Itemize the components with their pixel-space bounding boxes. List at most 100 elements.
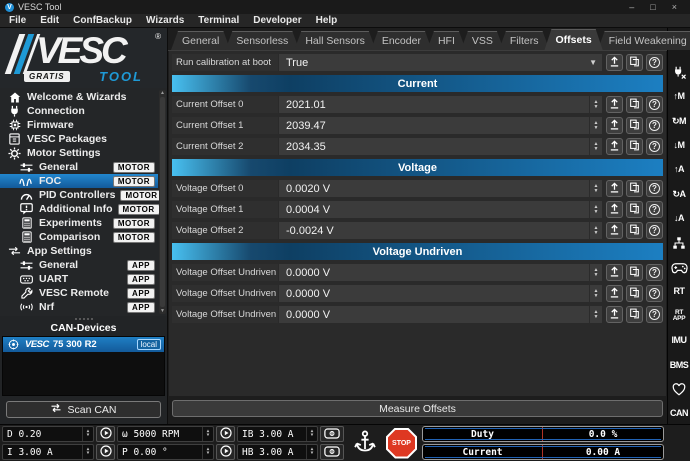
help-button[interactable]: ? xyxy=(646,138,663,155)
param-dropdown[interactable]: True ▼ xyxy=(279,54,602,71)
menu-help[interactable]: Help xyxy=(309,15,345,26)
full-brake-button[interactable] xyxy=(349,426,381,460)
help-button[interactable]: ? xyxy=(646,180,663,197)
tab-filters[interactable]: Filters xyxy=(499,31,550,50)
copy-value-button[interactable] xyxy=(626,285,643,302)
read-default-app-config-icon[interactable]: ↻A xyxy=(669,186,690,202)
bms-data-icon[interactable]: BMS xyxy=(669,357,690,373)
scan-can-button[interactable]: Scan CAN xyxy=(6,401,161,418)
close-button[interactable]: × xyxy=(672,2,677,12)
help-button[interactable]: ? xyxy=(646,54,663,71)
spinner-arrows[interactable]: ▲ ▼ xyxy=(306,445,317,459)
sidebar-item-general[interactable]: General APP xyxy=(0,258,158,272)
param-spinbox[interactable]: 0.0000 V xyxy=(279,264,589,281)
spinner-arrows[interactable]: ▲ ▼ xyxy=(82,427,93,441)
activate-control-button[interactable] xyxy=(216,444,235,460)
spinner-arrows[interactable]: ▲ ▼ xyxy=(589,306,602,323)
menu-wizards[interactable]: Wizards xyxy=(139,15,191,26)
rt-app-data-icon[interactable]: RT APP xyxy=(669,308,690,324)
spinner-arrows[interactable]: ▲ ▼ xyxy=(202,427,213,441)
spinner-arrows[interactable]: ▲ ▼ xyxy=(589,117,602,134)
spinner-arrows[interactable]: ▲ ▼ xyxy=(589,264,602,281)
spinner-arrows[interactable]: ▲ ▼ xyxy=(589,201,602,218)
spinner-arrows[interactable]: ▲ ▼ xyxy=(589,96,602,113)
param-spinbox[interactable]: -0.0024 V xyxy=(279,222,589,239)
write-to-vesc-button[interactable] xyxy=(606,285,623,302)
spinner-arrows[interactable]: ▲ ▼ xyxy=(202,445,213,459)
activate-control-button[interactable] xyxy=(216,426,235,442)
copy-value-button[interactable] xyxy=(626,264,643,281)
help-button[interactable]: ? xyxy=(646,264,663,281)
can-device-row[interactable]: VESC 75 300 R2 local xyxy=(3,337,164,352)
copy-value-button[interactable] xyxy=(626,96,643,113)
help-button[interactable]: ? xyxy=(646,201,663,218)
tab-hfi[interactable]: HFI xyxy=(427,31,466,50)
maximize-button[interactable]: □ xyxy=(650,2,655,12)
activate-control-button[interactable] xyxy=(96,426,115,442)
copy-value-button[interactable] xyxy=(626,201,643,218)
sidebar-item-additional-info[interactable]: Additional Info MOTOR xyxy=(0,202,160,216)
disconnect-plug-icon[interactable] xyxy=(669,64,690,80)
sidebar-item-foc[interactable]: FOC MOTOR xyxy=(0,174,158,188)
sidebar-item-vesc-remote[interactable]: VESC Remote APP xyxy=(0,286,158,300)
param-spinbox[interactable]: 0.0004 V xyxy=(279,201,589,218)
tab-offsets[interactable]: Offsets xyxy=(544,29,602,50)
write-to-vesc-button[interactable] xyxy=(606,180,623,197)
copy-value-button[interactable] xyxy=(626,138,643,155)
spinner-arrows[interactable]: ▲ ▼ xyxy=(589,138,602,155)
write-to-vesc-button[interactable] xyxy=(606,201,623,218)
copy-value-button[interactable] xyxy=(626,306,643,323)
spinner-arrows[interactable]: ▲ ▼ xyxy=(589,180,602,197)
setpoint-spinbox[interactable]: P 0.00 ° ▲ ▼ xyxy=(117,444,214,460)
scroll-up-icon[interactable]: ▲ xyxy=(160,90,165,96)
sidebar-item-vesc-packages[interactable]: VESC Packages xyxy=(0,132,158,146)
setpoint-spinbox[interactable]: HB 3.00 A ▲ ▼ xyxy=(237,444,318,460)
help-button[interactable]: ? xyxy=(646,306,663,323)
scrollbar-thumb[interactable] xyxy=(160,97,165,307)
read-default-motor-config-icon[interactable]: ↻M xyxy=(669,113,690,129)
help-button[interactable]: ? xyxy=(646,96,663,113)
rt-data-icon[interactable]: RT xyxy=(669,284,690,300)
menu-developer[interactable]: Developer xyxy=(246,15,308,26)
write-to-vesc-button[interactable] xyxy=(606,138,623,155)
heart-icon[interactable] xyxy=(669,381,690,397)
setpoint-spinbox[interactable]: D 0.20 ▲ ▼ xyxy=(2,426,94,442)
param-spinbox[interactable]: 2021.01 xyxy=(279,96,589,113)
tab-field-weakening[interactable]: Field Weakening xyxy=(598,31,690,50)
write-to-vesc-button[interactable] xyxy=(606,264,623,281)
help-button[interactable]: ? xyxy=(646,222,663,239)
menu-terminal[interactable]: Terminal xyxy=(191,15,246,26)
help-button[interactable]: ? xyxy=(646,117,663,134)
menu-confbackup[interactable]: ConfBackup xyxy=(66,15,139,26)
gamepad-icon[interactable] xyxy=(669,260,690,276)
sidebar-item-motor-settings[interactable]: Motor Settings xyxy=(0,146,158,160)
write-app-config-icon[interactable]: ↑A xyxy=(669,162,690,178)
write-to-vesc-button[interactable] xyxy=(606,54,623,71)
sidebar-item-uart[interactable]: UART APP xyxy=(0,272,158,286)
sidebar-item-experiments[interactable]: Experiments MOTOR xyxy=(0,216,158,230)
sidebar-item-nrf[interactable]: Nrf APP xyxy=(0,300,158,314)
sidebar-item-app-settings[interactable]: App Settings xyxy=(0,244,158,258)
tab-hall-sensors[interactable]: Hall Sensors xyxy=(294,31,376,50)
nav-scrollbar[interactable]: ▲ ▼ xyxy=(159,90,166,314)
tab-sensorless[interactable]: Sensorless xyxy=(225,31,299,50)
menu-edit[interactable]: Edit xyxy=(33,15,66,26)
sidebar-item-comparison[interactable]: Comparison MOTOR xyxy=(0,230,158,244)
copy-value-button[interactable] xyxy=(626,222,643,239)
tab-vss[interactable]: VSS xyxy=(461,31,504,50)
help-button[interactable]: ? xyxy=(646,285,663,302)
write-to-vesc-button[interactable] xyxy=(606,222,623,239)
copy-value-button[interactable] xyxy=(626,117,643,134)
write-to-vesc-button[interactable] xyxy=(606,306,623,323)
can-network-icon[interactable] xyxy=(669,235,690,251)
param-spinbox[interactable]: 0.0000 V xyxy=(279,306,589,323)
sidebar-item-connection[interactable]: Connection xyxy=(0,104,158,118)
minimize-button[interactable]: – xyxy=(629,2,634,12)
setpoint-spinbox[interactable]: IB 3.00 A ▲ ▼ xyxy=(237,426,318,442)
spinner-arrows[interactable]: ▲ ▼ xyxy=(306,427,317,441)
tab-general[interactable]: General xyxy=(171,31,230,50)
spinner-arrows[interactable]: ▲ ▼ xyxy=(589,285,602,302)
imu-data-icon[interactable]: IMU xyxy=(669,333,690,349)
write-to-vesc-button[interactable] xyxy=(606,117,623,134)
measure-offsets-button[interactable]: Measure Offsets xyxy=(172,400,663,417)
